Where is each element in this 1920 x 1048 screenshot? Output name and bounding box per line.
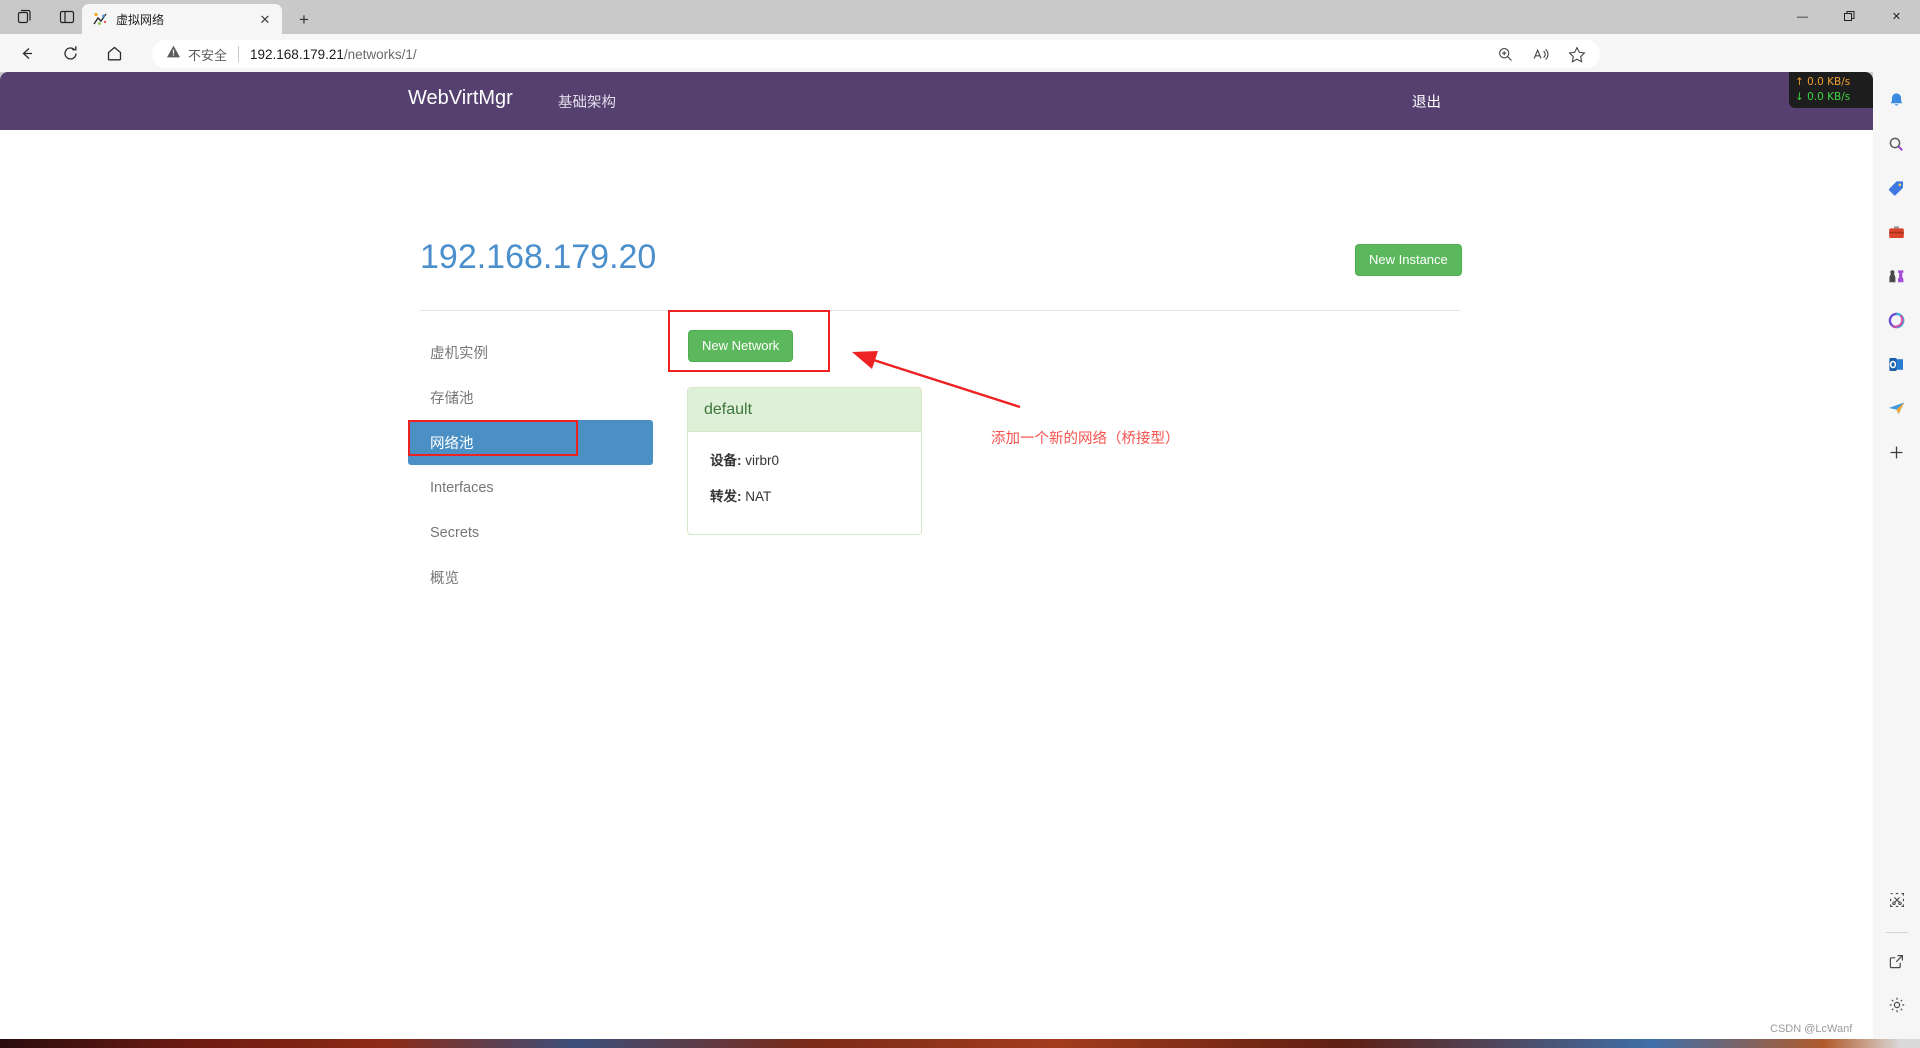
new-instance-label: New Instance: [1355, 244, 1462, 276]
url-host: 192.168.179.21: [250, 46, 344, 62]
minimize-button[interactable]: —: [1779, 0, 1826, 33]
url-path: /networks/1/: [343, 46, 417, 62]
watermark: CSDN @LcWanf: [1770, 1023, 1853, 1035]
windows-taskbar[interactable]: [0, 1039, 1920, 1048]
tab-strip: 虚拟网络 ✕ + — ✕: [0, 0, 1920, 34]
favorite-star-icon[interactable]: [1568, 45, 1586, 63]
forward-value: NAT: [745, 489, 772, 504]
telegram-send-icon[interactable]: [1879, 390, 1915, 426]
new-tab-button[interactable]: +: [292, 8, 316, 32]
app-brand[interactable]: WebVirtMgr: [408, 87, 513, 110]
security-label: 不安全: [188, 47, 228, 63]
close-window-button[interactable]: ✕: [1873, 0, 1920, 33]
notification-bell-icon[interactable]: [1879, 82, 1915, 118]
edge-sidebar: [1873, 72, 1920, 1039]
page-viewport: WebVirtMgr 基础架构 退出 ↑ 0.0 KB/s ↓ 0.0 KB/s…: [0, 72, 1873, 1039]
device-value: virbr0: [745, 453, 780, 468]
address-bar[interactable]: 不安全 192.168.179.21/networks/1/: [152, 40, 1600, 68]
sidebar-item-instances[interactable]: 虚机实例: [408, 330, 653, 375]
logout-link[interactable]: 退出: [1412, 91, 1441, 112]
shopping-tag-icon[interactable]: [1879, 170, 1915, 206]
add-sidebar-app-icon[interactable]: [1879, 434, 1915, 470]
new-instance-button[interactable]: New Instance: [1355, 244, 1462, 276]
device-label: 设备:: [710, 453, 742, 468]
url-text: 192.168.179.21/networks/1/: [250, 47, 417, 62]
microsoft-365-icon[interactable]: [1879, 302, 1915, 338]
games-icon[interactable]: [1879, 258, 1915, 294]
page-title: 192.168.179.20: [420, 238, 657, 276]
sidebar-item-secrets[interactable]: Secrets: [408, 510, 653, 555]
title-divider: [420, 310, 1460, 311]
annotation-box-new-network: [668, 310, 830, 372]
network-speed-widget: ↑ 0.0 KB/s ↓ 0.0 KB/s: [1789, 72, 1873, 108]
browser-window: 虚拟网络 ✕ + — ✕ 不安全 192.168.179.21/networks…: [0, 0, 1920, 1048]
annotation-box-networks-nav: [408, 420, 578, 456]
refresh-icon[interactable]: [52, 38, 88, 68]
nav-item-infrastructure[interactable]: 基础架构: [558, 91, 616, 112]
maximize-button[interactable]: [1826, 0, 1873, 33]
app-navbar: WebVirtMgr 基础架构 退出: [0, 72, 1873, 130]
sidebar-item-overview[interactable]: 概览: [408, 555, 653, 600]
download-speed: ↓ 0.0 KB/s: [1795, 91, 1851, 103]
close-icon[interactable]: ✕: [256, 10, 274, 28]
read-aloud-icon[interactable]: [1532, 46, 1550, 63]
zoom-icon[interactable]: [1497, 46, 1514, 63]
sidebar-item-interfaces[interactable]: Interfaces: [408, 465, 653, 510]
back-icon[interactable]: [8, 38, 44, 68]
split-screen-icon[interactable]: [50, 2, 84, 32]
screenshot-scissor-icon[interactable]: [1879, 882, 1915, 918]
annotation-arrow: [852, 351, 1021, 409]
sidebar-nav: 虚机实例 存储池 网络池 Interfaces Secrets 概览: [408, 330, 653, 600]
settings-gear-icon[interactable]: [1879, 987, 1915, 1023]
omnibox-divider: [238, 46, 240, 62]
open-in-new-icon[interactable]: [1879, 943, 1915, 979]
tab-title: 虚拟网络: [116, 12, 165, 27]
tab-groups-icon[interactable]: [8, 2, 42, 32]
network-card-row: 设备: virbr0: [710, 449, 905, 469]
tools-briefcase-icon[interactable]: [1879, 214, 1915, 250]
window-controls: — ✕: [1779, 0, 1920, 33]
edge-sidebar-divider: [1885, 932, 1908, 933]
search-icon[interactable]: [1879, 126, 1915, 162]
warning-triangle-icon: [166, 44, 181, 64]
annotation-note: 添加一个新的网络（桥接型）: [991, 431, 1180, 447]
sidebar-item-storages[interactable]: 存储池: [408, 375, 653, 420]
edge-sidebar-bottom: [1873, 882, 1920, 1031]
browser-tab[interactable]: 虚拟网络 ✕: [82, 4, 282, 34]
network-card-body: 设备: virbr0 转发: NAT: [688, 432, 921, 505]
home-icon[interactable]: [96, 38, 132, 68]
upload-speed: ↑ 0.0 KB/s: [1795, 76, 1851, 88]
forward-label: 转发:: [710, 489, 742, 504]
navigation-toolbar: 不安全 192.168.179.21/networks/1/: [0, 34, 1920, 98]
chart-icon: [92, 11, 108, 27]
outlook-icon[interactable]: [1879, 346, 1915, 382]
network-card-row: 转发: NAT: [710, 485, 905, 505]
